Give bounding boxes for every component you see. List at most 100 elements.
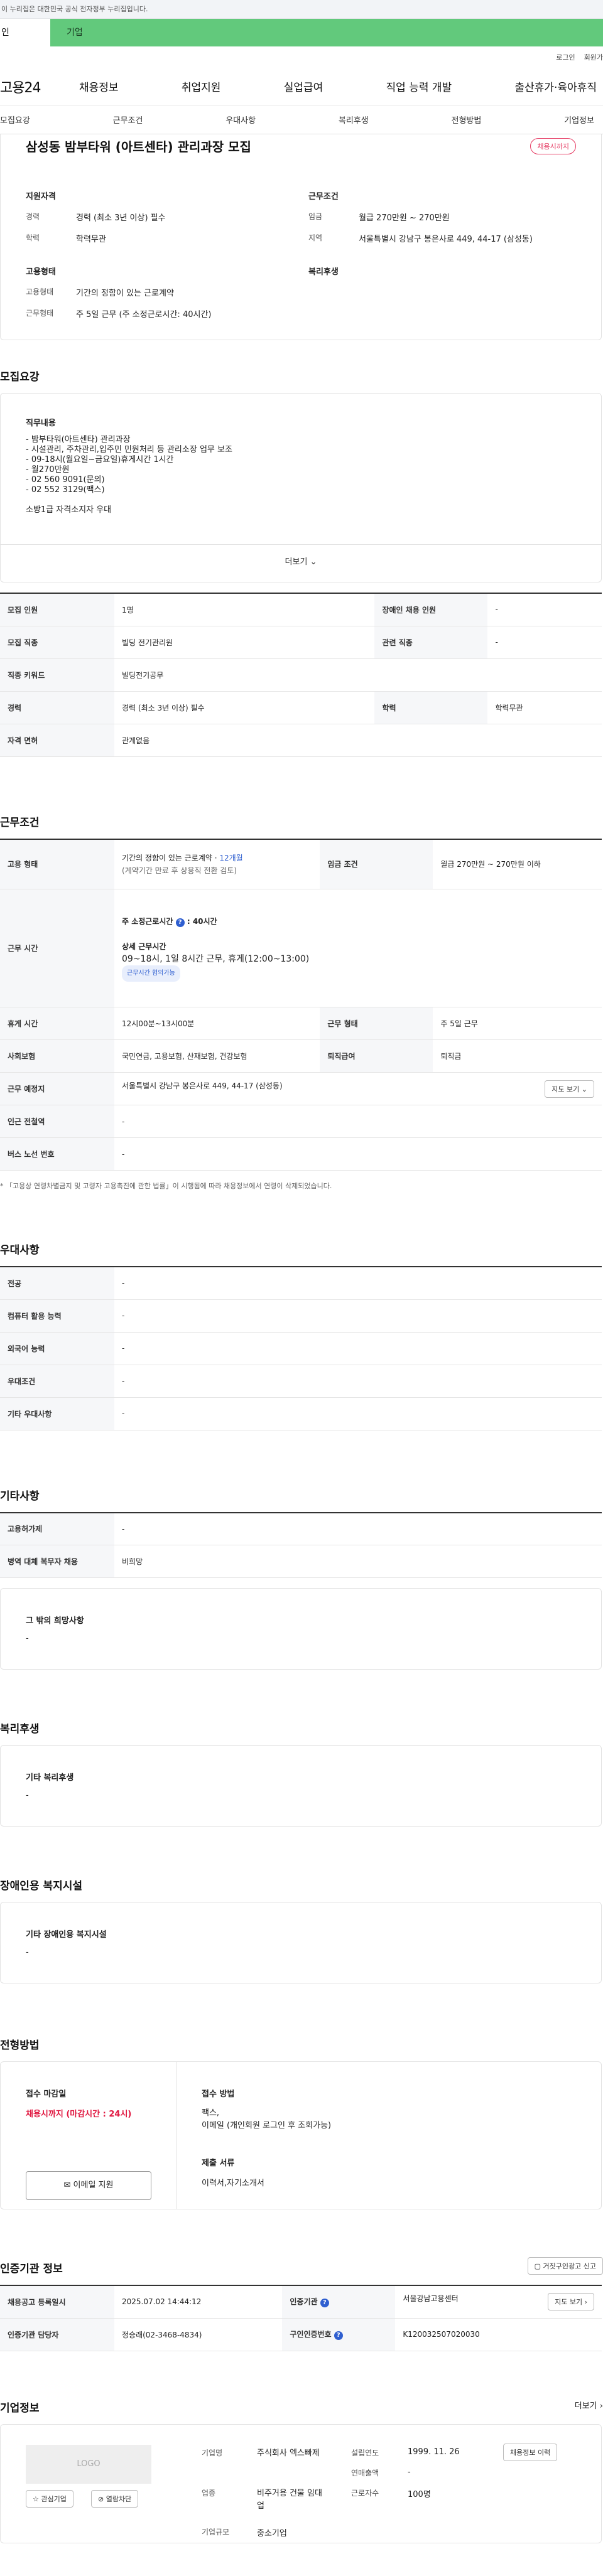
cell-key: 외국어 능력 [0,1332,114,1365]
table-row: 병역 대체 복무자 채용 비희망 [0,1545,602,1578]
company-title: 기업정보 [0,2402,40,2415]
cell-value: 빌딩 전기관리원 [114,626,375,659]
edu-value: 학력무관 [76,235,106,244]
size-value: 중소기업 [257,2528,287,2538]
gov-banner: 이 누리집은 대한민국 공식 전자정부 누리집입니다. [0,0,603,19]
favorite-button[interactable]: ☆ 관심기업 [26,2489,73,2508]
recruit-table: 모집 인원 1명 장애인 채용 인원 - 모집 직종 빌딩 전기관리원 관련 직종 - 직종… [0,593,602,757]
select-title: 전형방법 [0,2039,40,2052]
benefit-box-value: - [26,1791,29,1800]
region-label: 지역 [308,233,323,242]
edu-label: 학력 [26,233,40,242]
selection-card: 접수 마감일 채용시까지 (마감시간 : 24시) ✉ 이메일 지원 접수 방법… [0,2061,602,2209]
pref-title: 우대사항 [0,1244,40,1257]
table-row: 휴게 시간 12시00분~13시00분 근무 형태 주 5일 근무 [0,1007,602,1040]
company-more-link[interactable]: 더보기 › [575,2399,603,2411]
nav-company[interactable]: 기업정보 [564,114,594,126]
cell-key: 모집 인원 [0,593,114,626]
chevron-down-icon: ⌄ [581,1085,587,1093]
cell-value: 2025.07.02 14:44:12 [114,2285,283,2319]
map-button[interactable]: 지도 보기 ⌄ [545,1080,594,1098]
disab-box-value: - [26,1948,29,1957]
table-row: 외국어 능력 - [0,1332,602,1365]
cell-value: 기간의 정함이 있는 근로계약 · 12개월 (계약기간 만료 후 상용직 전환 … [114,839,320,889]
report-button[interactable]: ▢ 거짓구인광고 신고 [527,2257,603,2275]
benefit-title: 복리후생 [0,1723,40,1736]
cell-value: - [114,1512,602,1545]
cell-key: 기타 우대사항 [0,1397,114,1430]
etc-box-value: - [26,1634,29,1643]
job-title: 삼성동 밤부타워 (아트센타) 관리과장 모집 [26,139,251,154]
cell-key: 자격 면허 [0,724,114,757]
site-logo[interactable]: 고용24 [0,77,79,97]
duty-card: 직무내용 - 밤부타워(아트센타) 관리과장 - 시설관리, 주차관리,입주민 … [0,393,602,582]
block-button[interactable]: ⊘ 열람차단 [91,2489,139,2508]
table-row: 인증기관 담당자 정승래(02-3468-4834) 구인인증번호 ? K120032… [0,2318,602,2351]
cell-key: 구인인증번호 ? [282,2318,396,2351]
cell-key: 장애인 채용 인원 [374,593,488,626]
menu-maternity-leave[interactable]: 출산휴가·육아휴직 [514,78,597,94]
table-row: 버스 노선 번호 - [0,1137,602,1171]
top-tabs: 인 기업 [0,19,603,46]
job-history-button[interactable]: 채용정보 이력 [503,2443,558,2461]
sales-value: - [408,2467,411,2477]
cell-value: - [114,1332,602,1365]
cell-key: 전공 [0,1267,114,1300]
cell-key: 버스 노선 번호 [0,1137,114,1171]
region-value: 서울특별시 강남구 봉은사로 449, 44-17 (삼성동) [359,235,533,244]
nav-recruit[interactable]: 모집요강 [0,114,30,126]
info-icon[interactable]: ? [175,918,185,927]
cell-value: 서울특별시 강남구 봉은사로 449, 44-17 (삼성동) 지도 보기 ⌄ [114,1072,602,1105]
cell-value: 12시00분~13시00분 [114,1007,320,1040]
menu-jobs[interactable]: 채용정보 [79,78,119,94]
cert-table: 채용공고 등록일시 2025.07.02 14:44:12 인증기관 ? 서울강남고용… [0,2285,602,2351]
method-title: 접수 방법 [202,2090,235,2099]
disab-box: 기타 장애인용 복지시설 - [0,1902,602,1983]
tab-personal[interactable]: 인 [0,19,50,46]
benefit-box-title: 기타 복리후생 [26,1773,74,1783]
cond-title: 근무조건 [308,192,339,201]
nav-selection[interactable]: 전형방법 [452,114,482,126]
info-icon[interactable]: ? [320,2299,329,2308]
cell-value: 월급 270만원 ~ 270만원 이하 [433,839,602,889]
wage-value: 월급 270만원 ~ 270만원 [359,213,450,223]
job-summary-card: 삼성동 밤부타워 (아트센타) 관리과장 모집 채용시까지 지원자격 경력 경력… [0,134,602,340]
more-button[interactable]: 더보기 ⌄ [1,544,601,582]
worktype-value: 주 5일 근무 (주 소정근로시간: 40시간) [76,310,212,319]
nav-work[interactable]: 근무조건 [113,114,143,126]
login-link[interactable]: 로그인 [556,52,575,62]
nav-benefit[interactable]: 복리후생 [339,114,369,126]
menu-unemployment-benefit[interactable]: 실업급여 [284,78,323,94]
email-apply-button[interactable]: ✉ 이메일 지원 [26,2171,151,2200]
company-name-label: 기업명 [202,2448,223,2457]
site-header: 고용24 채용정보 취업지원 실업급여 직업 능력 개발 출산휴가·육아휴직 [0,68,603,105]
cell-value: 학력무관 [487,691,602,724]
menu-employment-support[interactable]: 취업지원 [182,78,221,94]
info-icon[interactable]: ? [334,2331,343,2340]
cell-value: - [487,626,602,659]
cell-value: 비희망 [114,1545,602,1578]
nav-pref[interactable]: 우대사항 [225,114,256,126]
tab-corporate[interactable]: 기업 [50,19,83,46]
table-row: 경력 경력 (최소 3년 이상) 필수 학력 학력무관 [0,691,602,724]
disab-box-title: 기타 장애인용 복지시설 [26,1930,107,1940]
mail-icon: ✉ [63,2181,71,2190]
cell-key: 근무 예정지 [0,1072,114,1105]
cell-value: - [114,1365,602,1398]
cell-key: 학력 [374,691,488,724]
join-link[interactable]: 회원가 [584,52,603,62]
cell-value: 주 5일 근무 [433,1007,602,1040]
cell-value: 퇴직금 [433,1039,602,1073]
cell-key: 관련 직종 [374,626,488,659]
cell-value: 경력 (최소 3년 이상) 필수 [114,691,375,724]
menu-job-training[interactable]: 직업 능력 개발 [386,78,452,94]
career-label: 경력 [26,212,40,221]
cell-key: 사회보험 [0,1039,114,1073]
pref-table: 전공 - 컴퓨터 활용 능력 - 외국어 능력 - 우대조건 - 기타 우대사항 - [0,1266,602,1430]
table-row: 고용 형태 기간의 정함이 있는 근로계약 · 12개월 (계약기간 만료 후 상… [0,839,602,889]
size-label: 기업규모 [202,2527,230,2536]
cell-value: - [114,1137,602,1171]
map-button[interactable]: 지도 보기 › [548,2293,594,2311]
cell-key: 직종 키워드 [0,658,114,692]
industry-value: 비주거용 건물 임대업 [257,2488,322,2511]
